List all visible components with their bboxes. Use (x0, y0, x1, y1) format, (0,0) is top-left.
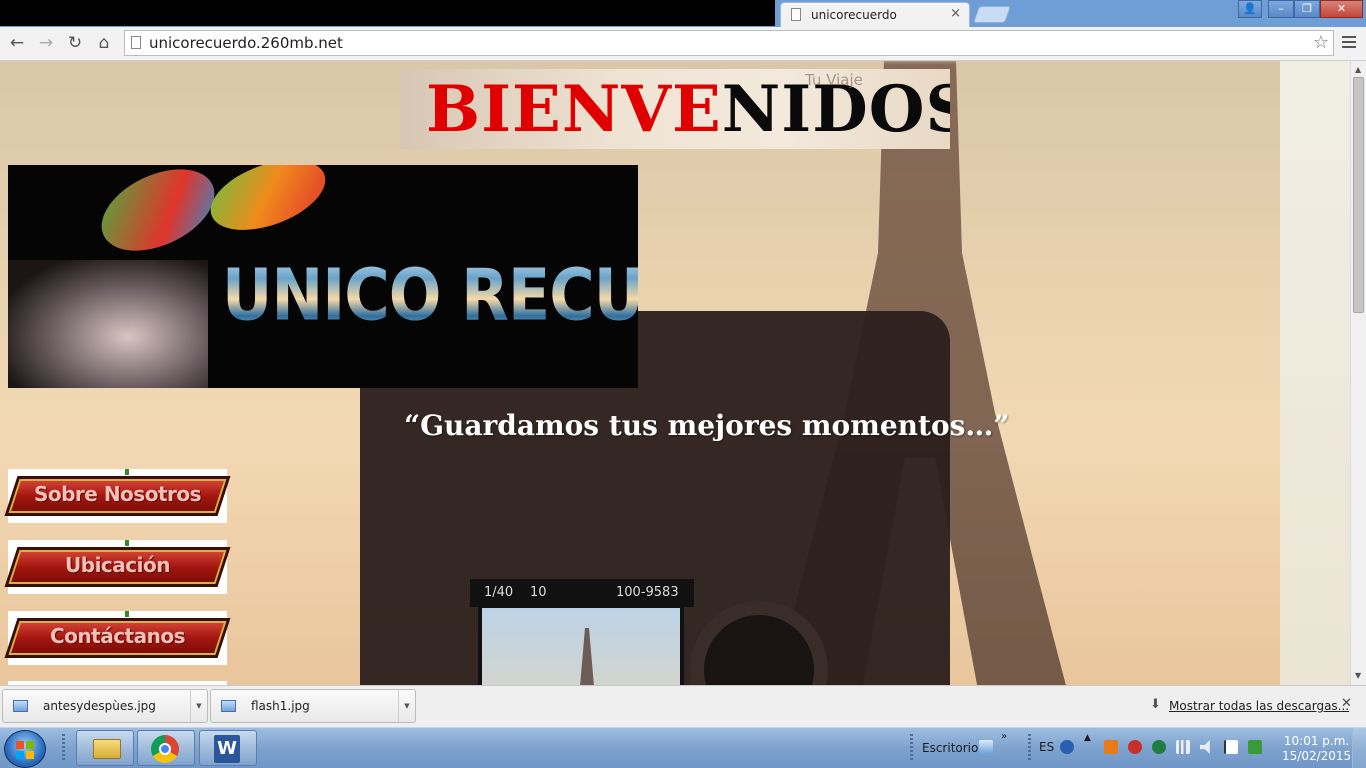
word-icon: W (214, 735, 240, 763)
logo-swoosh-left (88, 165, 228, 268)
windows-logo-icon (16, 741, 24, 749)
image-file-icon (221, 700, 236, 712)
close-window-button[interactable]: ✕ (1320, 0, 1363, 18)
volume-icon[interactable] (1200, 740, 1210, 754)
expand-chevron-icon[interactable]: » (1001, 731, 1007, 742)
folder-icon (93, 739, 121, 759)
help-icon[interactable] (1060, 740, 1074, 754)
slogan: “Guardamos tus mejores momentos…” (404, 409, 1010, 442)
minimize-icon: – (1278, 2, 1284, 15)
action-center-flag-icon[interactable] (1224, 740, 1238, 754)
logo-swoosh-right (201, 165, 335, 244)
close-shelf-icon[interactable]: ✕ (1341, 696, 1352, 711)
minimize-button[interactable]: – (1268, 0, 1294, 18)
logo-text: UNICO RECUERDO (222, 253, 638, 337)
close-icon: ✕ (1336, 2, 1347, 15)
address-bar[interactable]: unicorecuerdo.260mb.net ☆ (124, 30, 1334, 56)
download-item[interactable]: flash1.jpg ▼ (210, 689, 416, 723)
forward-arrow-icon: → (38, 33, 54, 53)
unico-recuerdo-logo: UNICO RECUERDO (8, 165, 638, 388)
contactanos-button[interactable]: Contáctanos (4, 611, 231, 665)
tab-title: unicorecuerdo (811, 8, 897, 22)
back-arrow-icon: ← (9, 33, 25, 53)
forward-button[interactable]: → (35, 32, 57, 54)
download-item[interactable]: antesydespùes.jpg ▼ (2, 689, 208, 723)
back-button[interactable]: ← (6, 32, 28, 54)
download-arrow-icon: ⬇ (1150, 697, 1161, 712)
chrome-taskbar-button[interactable] (137, 730, 195, 766)
profile-button[interactable]: 👤 (1238, 0, 1262, 18)
clock-time: 10:01 p.m. (1283, 734, 1350, 748)
reload-button[interactable]: ↻ (64, 32, 86, 54)
browser-tray-icon[interactable] (1152, 740, 1166, 754)
tab-close-icon[interactable]: × (950, 6, 961, 21)
desktop-toolbar-label[interactable]: Escritorio (922, 741, 978, 755)
tab-unicorecuerdo[interactable]: unicorecuerdo × (780, 2, 970, 27)
download-menu-icon[interactable]: ▼ (398, 690, 415, 722)
eiffel-tower-preview (567, 628, 607, 685)
download-filename: flash1.jpg (251, 699, 310, 713)
ubicacion-button[interactable]: Ubicación (4, 540, 231, 594)
welcome-deco-text: Tu Viaje (805, 71, 863, 89)
download-filename: antesydespùes.jpg (43, 699, 156, 713)
bookmark-star-icon[interactable]: ☆ (1313, 32, 1329, 53)
wifi-signal-icon[interactable] (1176, 740, 1190, 754)
scroll-up-icon[interactable]: ▲ (1355, 65, 1361, 74)
windows-taskbar: W Escritorio » ES ▲ 10:01 p.m. 15/02/201… (0, 727, 1366, 768)
user-icon: 👤 (1243, 2, 1257, 15)
sobre-nosotros-label: Sobre Nosotros (33, 482, 202, 506)
chrome-menu-icon[interactable] (1342, 33, 1356, 51)
download-menu-icon[interactable]: ▼ (190, 690, 207, 722)
system-clock[interactable]: 10:01 p.m. 15/02/2015 (1282, 734, 1351, 764)
contactanos-label: Contáctanos (49, 624, 186, 648)
camera-screen-readout: 1/40 10 100-9583 (470, 579, 694, 607)
antivirus-icon[interactable] (1128, 740, 1142, 754)
address-url[interactable]: unicorecuerdo.260mb.net (149, 34, 343, 52)
desktop-icon[interactable] (979, 740, 993, 754)
clock-date: 15/02/2015 (1282, 749, 1352, 763)
start-button[interactable] (4, 730, 46, 768)
home-icon: ⌂ (98, 33, 110, 53)
scroll-down-icon[interactable]: ▼ (1355, 671, 1361, 680)
browser-toolbar: ← → ↻ ⌂ unicorecuerdo.260mb.net ☆ (0, 27, 1366, 61)
ubicacion-label: Ubicación (65, 553, 170, 577)
scroll-thumb[interactable] (1353, 77, 1364, 313)
show-desktop-button[interactable] (1352, 728, 1366, 768)
sobre-nosotros-button[interactable]: Sobre Nosotros (4, 469, 231, 523)
chrome-icon (151, 735, 179, 763)
home-button[interactable]: ⌂ (93, 32, 115, 54)
camera-shutter-text: 1/40 (484, 585, 514, 600)
image-file-icon (13, 700, 28, 712)
camera-aperture-text: 10 (530, 585, 547, 600)
page-favicon-icon (791, 8, 801, 21)
welcome-text-red: BIENVE (426, 72, 722, 147)
reload-icon: ↻ (67, 33, 83, 53)
explorer-taskbar-button[interactable] (76, 730, 134, 766)
group-photo (8, 260, 208, 388)
page-icon (131, 36, 141, 49)
new-tab-button[interactable] (972, 6, 1012, 23)
power-plug-icon[interactable] (1248, 740, 1262, 754)
camera-frame-text: 100-9583 (616, 585, 679, 600)
show-all-downloads-link[interactable]: Mostrar todas las descargas... (1169, 699, 1349, 713)
camera-lcd-screen (478, 604, 684, 685)
downloads-shelf: antesydespùes.jpg ▼ flash1.jpg ▼ ⬇ Mostr… (0, 685, 1366, 727)
background-right-strip (1280, 61, 1350, 685)
redacted-area (0, 0, 775, 26)
page-viewport: 1/40 10 100-9583 BIENVENIDOS Tu Viaje UN… (0, 61, 1350, 685)
show-hidden-icons-icon[interactable]: ▲ (1084, 733, 1091, 743)
language-indicator[interactable]: ES (1039, 740, 1054, 754)
word-taskbar-button[interactable]: W (199, 730, 257, 766)
browser-title-bar: unicorecuerdo × 👤 – ❐ ✕ (0, 0, 1366, 27)
welcome-banner: BIENVENIDOS Tu Viaje (400, 69, 950, 149)
restore-icon: ❐ (1302, 2, 1312, 15)
page-scrollbar[interactable]: ▲ ▼ (1350, 61, 1366, 685)
restore-button[interactable]: ❐ (1294, 0, 1320, 18)
tray-app-icon[interactable] (1104, 740, 1118, 754)
